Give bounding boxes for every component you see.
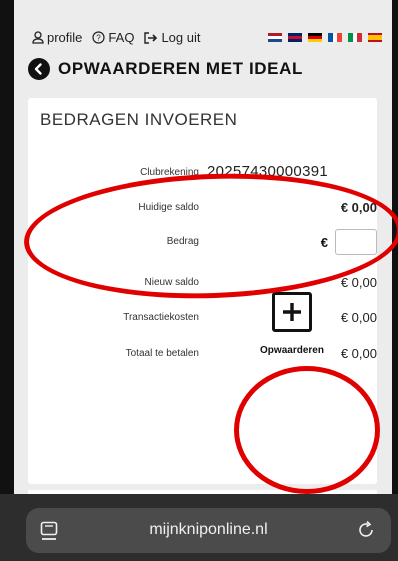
- flag-en-icon[interactable]: [288, 33, 302, 42]
- bedrag-currency: €: [320, 234, 328, 250]
- logout-icon: [144, 31, 158, 44]
- clubrekening-value: 20257430000391: [207, 163, 328, 180]
- flag-it-icon[interactable]: [348, 33, 363, 42]
- row-clubrekening: Clubrekening 20257430000391: [28, 162, 377, 186]
- totaal-label: Totaal te betalen: [125, 348, 199, 359]
- url-bar[interactable]: mijnkniponline.nl: [26, 508, 391, 553]
- profile-label: profile: [47, 30, 83, 45]
- plus-box: [272, 292, 312, 332]
- totaal-value: € 0,00: [340, 346, 377, 361]
- top-nav: profile ? FAQ Log uit: [32, 30, 200, 45]
- profile-icon: [32, 31, 44, 44]
- back-arrow-icon: [34, 63, 42, 75]
- faq-label: FAQ: [108, 30, 135, 45]
- flag-es-icon[interactable]: [368, 33, 382, 42]
- bedrag-input[interactable]: [335, 229, 377, 255]
- nieuw-saldo-label: Nieuw saldo: [144, 277, 199, 288]
- faq-icon: ?: [92, 31, 106, 44]
- bedrag-field: €: [321, 229, 377, 255]
- faq-link[interactable]: ? FAQ: [92, 30, 134, 45]
- topup-button[interactable]: Opwaarderen: [242, 292, 342, 356]
- bedrag-label: Bedrag: [166, 236, 199, 247]
- profile-link[interactable]: profile: [32, 30, 82, 45]
- transactiekosten-value: € 0,00: [340, 310, 377, 325]
- reload-icon[interactable]: [357, 521, 375, 539]
- nieuw-saldo-value: € 0,00: [340, 275, 377, 290]
- svg-text:?: ?: [97, 34, 102, 43]
- page-header: OPWAARDEREN MET IDEAL: [28, 58, 303, 80]
- app-screen: profile ? FAQ Log uit OPWAARDEREN MET ID…: [14, 0, 392, 500]
- url-text: mijnkniponline.nl: [149, 521, 268, 538]
- huidige-saldo-value: € 0,00: [340, 200, 377, 215]
- flag-fr-icon[interactable]: [328, 33, 343, 42]
- logout-link[interactable]: Log uit: [144, 30, 200, 45]
- page-title: OPWAARDEREN MET IDEAL: [58, 59, 303, 78]
- transactiekosten-label: Transactiekosten: [123, 312, 199, 323]
- card-title: BEDRAGEN INVOEREN: [40, 110, 238, 129]
- flag-de-icon[interactable]: [308, 33, 322, 42]
- logout-label: Log uit: [161, 30, 201, 45]
- back-button[interactable]: [28, 58, 50, 80]
- topup-label: Opwaarderen: [260, 345, 324, 356]
- huidige-saldo-label: Huidige saldo: [138, 202, 199, 213]
- language-flags: [268, 33, 382, 42]
- flag-nl-icon[interactable]: [268, 33, 282, 42]
- row-bedrag: Bedrag €: [28, 229, 377, 257]
- amounts-card: BEDRAGEN INVOEREN Clubrekening 202574300…: [28, 98, 377, 484]
- row-huidige-saldo: Huidige saldo € 0,00: [28, 197, 377, 221]
- clubrekening-label: Clubrekening: [140, 167, 199, 178]
- plus-icon: [283, 303, 301, 321]
